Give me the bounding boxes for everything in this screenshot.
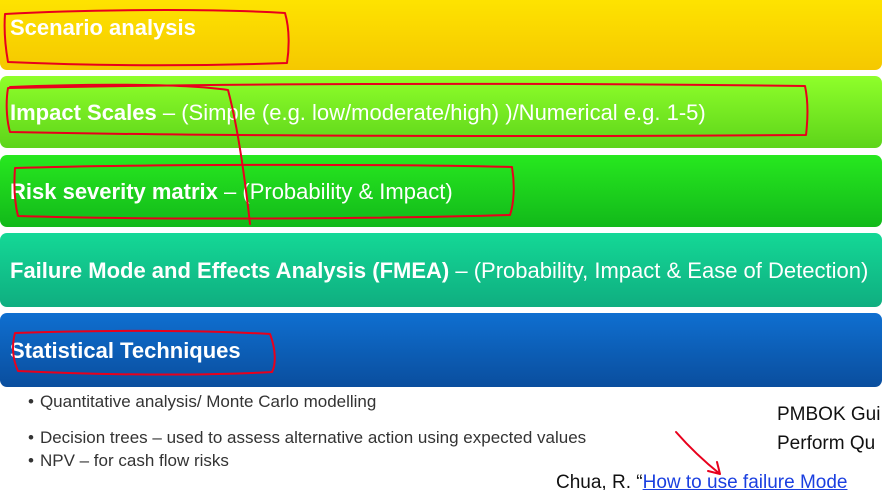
- band-title: Impact Scales: [10, 99, 157, 125]
- band-statistical-techniques: Statistical Techniques: [0, 313, 882, 387]
- band-title: Scenario analysis: [10, 15, 196, 40]
- band-detail: – (Probability & Impact): [217, 178, 453, 204]
- side-note-line: PMBOK Gui: [777, 404, 881, 425]
- list-item: NPV – for cash flow risks: [28, 449, 586, 472]
- bullet-list: Quantitative analysis/ Monte Carlo model…: [28, 390, 586, 472]
- band-fmea: Failure Mode and Effects Analysis (FMEA)…: [0, 233, 882, 307]
- side-note: PMBOK Gui Perform Qu: [777, 400, 880, 458]
- band-scenario-analysis: Scenario analysis: [0, 0, 882, 70]
- band-title: Statistical Techniques: [10, 337, 241, 363]
- band-title: Risk severity matrix: [10, 178, 218, 204]
- list-item: Quantitative analysis/ Monte Carlo model…: [28, 390, 586, 413]
- annotation-arrow: [675, 431, 721, 475]
- band-title: Failure Mode and Effects Analysis (FMEA): [10, 257, 450, 283]
- band-detail: – (Probability, Impact & Ease of Detecti…: [449, 257, 869, 283]
- band-impact-scales: Impact Scales – (Simple (e.g. low/modera…: [0, 76, 882, 148]
- band-risk-severity-matrix: Risk severity matrix – (Probability & Im…: [0, 155, 882, 227]
- band-detail: – (Simple (e.g. low/moderate/high) )/Num…: [156, 99, 706, 125]
- side-note-line: Perform Qu: [777, 433, 876, 454]
- citation: Chua, R. “How to use failure Mode: [556, 472, 847, 490]
- list-item: Decision trees – used to assess alternat…: [28, 426, 586, 449]
- slide: Scenario analysis Impact Scales – (Simpl…: [0, 0, 895, 490]
- citation-link[interactable]: How to use failure Mode: [643, 472, 848, 490]
- citation-prefix: Chua, R. “: [556, 472, 643, 490]
